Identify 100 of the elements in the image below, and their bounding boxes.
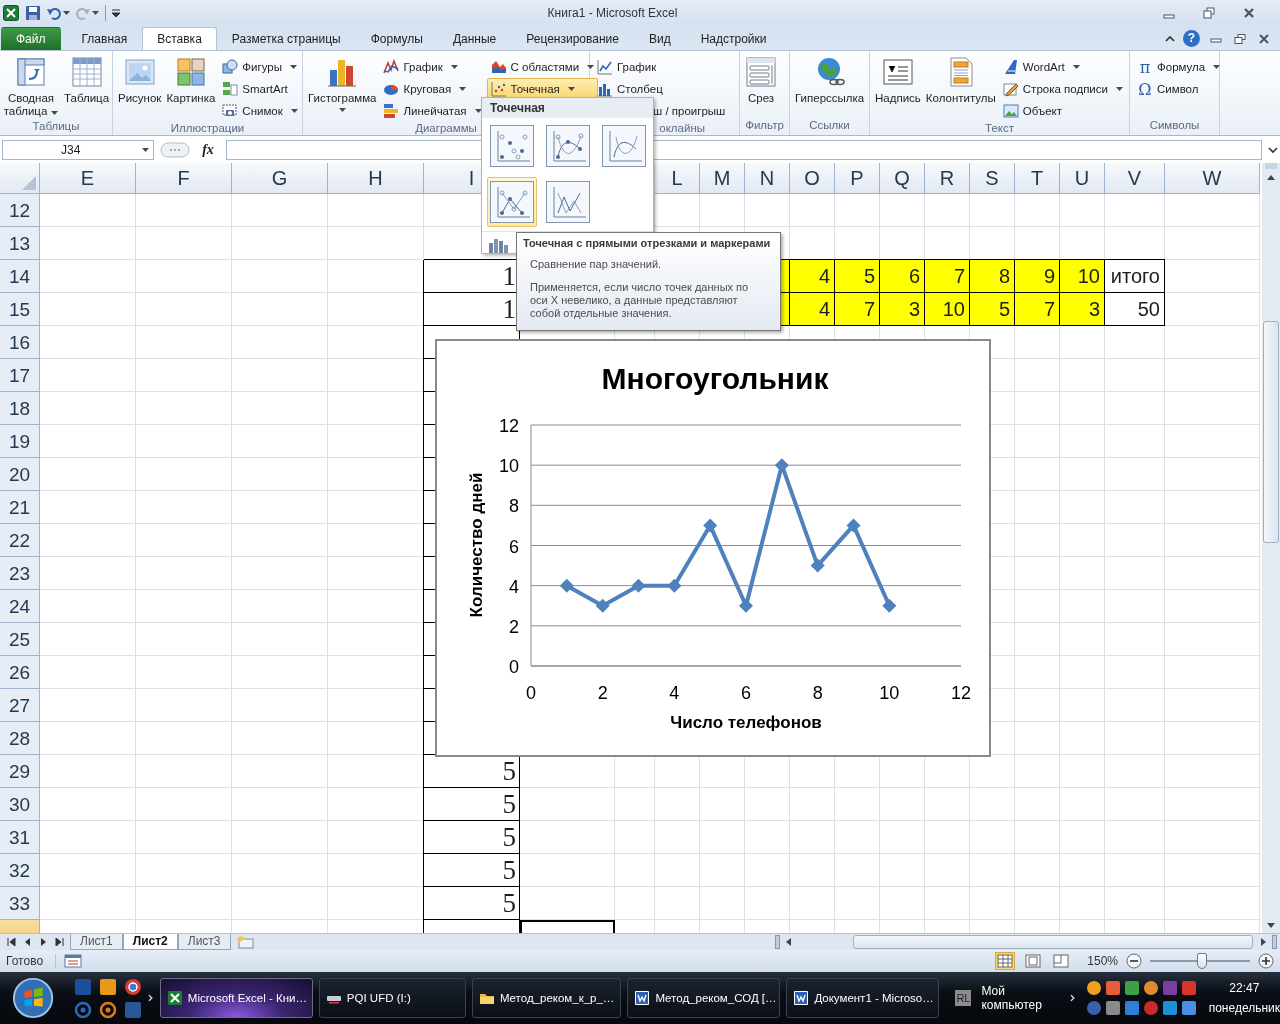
all-charts-icon[interactable] xyxy=(487,236,509,254)
sheet-tab[interactable]: Лист2 xyxy=(122,934,178,950)
row-header[interactable]: 28 xyxy=(0,722,40,755)
tray-icon[interactable] xyxy=(1123,980,1140,996)
restore-icon[interactable] xyxy=(1234,33,1246,44)
column-header[interactable]: P xyxy=(835,163,880,194)
zoom-in-icon[interactable] xyxy=(1258,953,1274,969)
ribbon-tab[interactable]: Вид xyxy=(633,27,686,50)
ribbon-button[interactable]: Гистограмма xyxy=(306,54,379,122)
start-button[interactable] xyxy=(12,976,55,1020)
chart-type-option[interactable] xyxy=(487,177,537,227)
ribbon-button[interactable]: Таблица xyxy=(62,54,112,120)
column-header[interactable]: Q xyxy=(880,163,925,194)
ribbon-tab[interactable]: Файл xyxy=(1,27,61,50)
ribbon-button[interactable]: Сводная таблица xyxy=(1,54,61,120)
chevron-icon[interactable] xyxy=(148,994,154,1002)
ribbon-button[interactable]: Надпись xyxy=(873,54,923,122)
insert-function-button[interactable]: fx xyxy=(196,142,220,158)
zoom-level[interactable]: 150% xyxy=(1087,954,1118,968)
ribbon-button[interactable]: π Формула xyxy=(1133,56,1225,78)
ribbon-button[interactable]: Точечная xyxy=(486,78,599,100)
row-header[interactable]: 33 xyxy=(0,887,40,920)
tray-icon[interactable] xyxy=(1161,1000,1178,1016)
split-handle[interactable] xyxy=(774,935,780,949)
split-handle[interactable] xyxy=(1265,163,1277,169)
column-header[interactable]: V xyxy=(1105,163,1165,194)
row-header[interactable]: 29 xyxy=(0,755,40,788)
row-header[interactable]: 27 xyxy=(0,689,40,722)
first-sheet-icon[interactable] xyxy=(6,938,16,946)
row-header[interactable]: 21 xyxy=(0,491,40,524)
tray-icon[interactable] xyxy=(1142,980,1159,996)
chart-panel[interactable]: Многоугольник 0 2 4 6 8 10 12 0 2 4 6 8 10 12 Число телефонов Количество дней xyxy=(435,339,991,757)
column-header[interactable]: F xyxy=(136,163,232,194)
scrollbar-thumb[interactable] xyxy=(852,935,1253,949)
ribbon-tab[interactable]: Формулы xyxy=(355,27,438,50)
ribbon-button[interactable]: Рисунок xyxy=(116,54,164,122)
ribbon-button[interactable]: Строка подписи xyxy=(998,78,1127,100)
row-header[interactable]: 26 xyxy=(0,656,40,689)
row-header[interactable]: 24 xyxy=(0,590,40,623)
row-header[interactable]: 18 xyxy=(0,392,40,425)
taskbar-button[interactable]: Microsoft Excel - Кни… xyxy=(159,978,313,1018)
last-sheet-icon[interactable] xyxy=(54,938,64,946)
ribbon-button[interactable]: График xyxy=(379,56,486,78)
next-sheet-icon[interactable] xyxy=(38,938,48,946)
taskbar-button[interactable]: Метод_реком_к_р_… xyxy=(471,978,622,1018)
column-header[interactable]: T xyxy=(1015,163,1060,194)
ribbon-tab[interactable]: Надстройки xyxy=(685,27,782,50)
zoom-out-icon[interactable] xyxy=(1126,953,1142,969)
sheet-tab[interactable]: Лист1 xyxy=(70,934,123,950)
ribbon-button[interactable]: Фигуры xyxy=(218,56,302,78)
app-icon[interactable] xyxy=(124,977,143,996)
ribbon-button[interactable]: Снимок xyxy=(218,100,302,122)
row-header[interactable]: 20 xyxy=(0,458,40,491)
tray-icon[interactable] xyxy=(1085,980,1102,996)
column-header[interactable]: O xyxy=(790,163,835,194)
collapse-icon[interactable] xyxy=(1165,35,1175,42)
ribbon-button[interactable]: SmartArt xyxy=(218,78,302,100)
ribbon-tab[interactable]: Главная xyxy=(66,27,143,50)
column-header[interactable]: W xyxy=(1165,163,1260,194)
tray-icon[interactable] xyxy=(1104,1000,1121,1016)
toolbar-label[interactable]: Мой компьютер xyxy=(981,984,1064,1012)
column-header[interactable]: G xyxy=(232,163,328,194)
row-header[interactable]: 16 xyxy=(0,326,40,359)
save-icon[interactable] xyxy=(25,5,41,21)
slider-thumb[interactable] xyxy=(1197,953,1207,969)
ribbon-tab[interactable]: Данные xyxy=(437,27,512,50)
row-header[interactable]: 31 xyxy=(0,821,40,854)
scroll-down-icon[interactable] xyxy=(1267,922,1275,928)
row-header[interactable]: 15 xyxy=(0,293,40,326)
column-header[interactable]: H xyxy=(328,163,424,194)
column-header[interactable]: L xyxy=(655,163,700,194)
row-header[interactable]: 19 xyxy=(0,425,40,458)
chevron-icon[interactable] xyxy=(1069,994,1076,1002)
tray-icon[interactable] xyxy=(1180,980,1197,996)
app-icon[interactable] xyxy=(3,5,19,21)
row-header[interactable]: 13 xyxy=(0,227,40,260)
app-icon[interactable] xyxy=(99,1000,118,1019)
taskbar-button[interactable]: Документ1 - Microso… xyxy=(786,978,940,1018)
scroll-right-icon[interactable] xyxy=(1260,938,1266,946)
clock-day[interactable]: понедельник xyxy=(1208,1001,1280,1015)
column-header[interactable]: R xyxy=(925,163,970,194)
row-header[interactable]: 14 xyxy=(0,260,40,293)
row-header[interactable]: 32 xyxy=(0,854,40,887)
scrollbar-thumb[interactable] xyxy=(1263,321,1279,543)
close-icon[interactable] xyxy=(1258,33,1270,44)
undo-icon[interactable] xyxy=(47,6,61,20)
ribbon-tab[interactable]: Вставка xyxy=(142,27,217,50)
macro-record-icon[interactable] xyxy=(64,954,83,968)
taskbar-button[interactable]: Метод_реком_СОД [… xyxy=(627,978,781,1018)
row-header[interactable]: 12 xyxy=(0,194,40,227)
ribbon-button[interactable]: Ω Символ xyxy=(1133,78,1225,100)
column-header[interactable]: U xyxy=(1060,163,1105,194)
ribbon-button[interactable]: Колонтитулы xyxy=(923,54,998,122)
clock-time[interactable]: 22:47 xyxy=(1229,981,1260,995)
name-box[interactable]: J34 xyxy=(2,140,154,160)
ribbon-button[interactable]: Гиперссылка xyxy=(793,54,867,119)
customize-icon[interactable] xyxy=(112,9,120,17)
help-button[interactable]: ? xyxy=(1183,30,1200,47)
toolbar-icon[interactable]: RL xyxy=(955,990,972,1006)
ribbon-button[interactable]: Круговая xyxy=(379,78,486,100)
